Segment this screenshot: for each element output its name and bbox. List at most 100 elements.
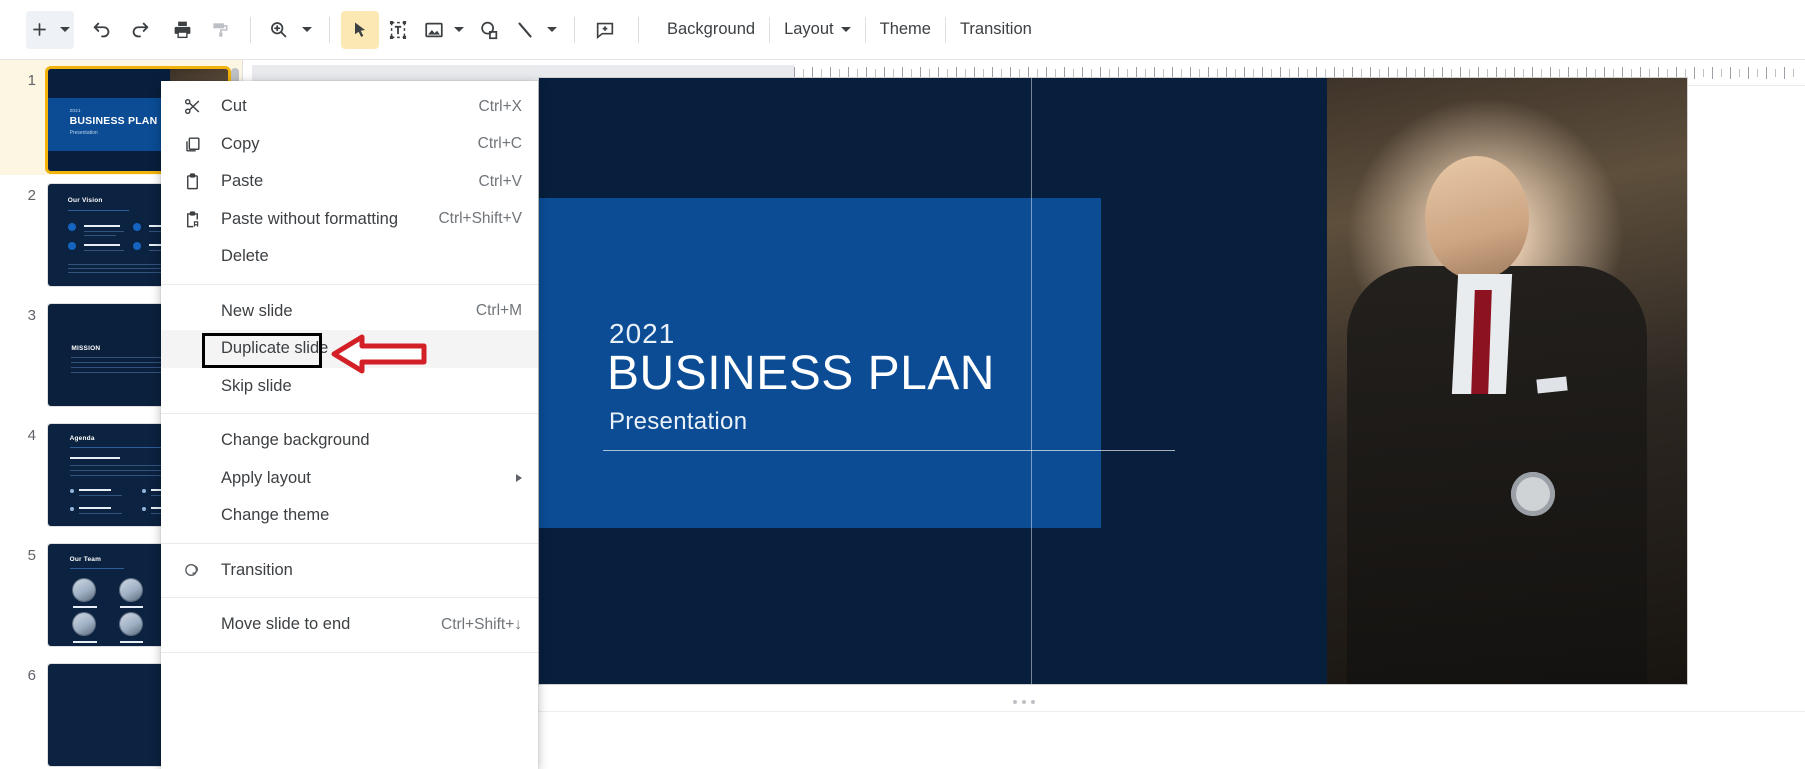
toolbar-divider xyxy=(250,16,251,43)
chevron-down-icon[interactable] xyxy=(547,27,557,32)
thumb-bar xyxy=(84,244,120,247)
thumb-bar xyxy=(84,224,120,227)
menu-item-label: Move slide to end xyxy=(221,615,351,634)
print-button[interactable] xyxy=(163,11,201,49)
context-menu-item-move-slide-to-end[interactable]: Move slide to end Ctrl+Shift+↓ xyxy=(161,606,538,644)
current-slide[interactable]: 2021 BUSINESS PLAN Presentation xyxy=(539,78,1687,684)
theme-button[interactable]: Theme xyxy=(866,11,945,49)
main-toolbar: Background Layout Theme Transition xyxy=(0,0,1805,60)
undo-button[interactable] xyxy=(83,11,121,49)
clipboard-icon xyxy=(178,172,206,191)
team-avatar xyxy=(120,613,142,636)
context-menu-item-transition[interactable]: Transition xyxy=(161,552,538,590)
menu-item-label: Apply layout xyxy=(221,468,311,487)
menu-divider xyxy=(161,542,538,544)
context-menu-item-new-slide[interactable]: New slide Ctrl+M xyxy=(161,293,538,331)
thumb-line xyxy=(84,230,124,232)
menu-item-label: Skip slide xyxy=(221,376,292,395)
line-button[interactable] xyxy=(508,11,563,49)
select-tool-button[interactable] xyxy=(341,10,379,49)
redo-icon xyxy=(129,19,151,41)
thumb-bullet-dot xyxy=(132,242,141,251)
team-avatar xyxy=(73,578,96,601)
handle-dot xyxy=(1013,700,1017,704)
context-menu-item-delete[interactable]: Delete xyxy=(161,238,538,276)
context-menu-item-skip-slide[interactable]: Skip slide xyxy=(161,368,538,406)
thumb-rule xyxy=(69,568,124,570)
thumb-bar xyxy=(120,640,144,643)
thumb-line xyxy=(84,235,117,236)
thumb-bullet-dot xyxy=(69,489,74,494)
copy-icon xyxy=(178,135,206,154)
speaker-notes-handle[interactable] xyxy=(1013,700,1035,704)
menu-item-label: Change background xyxy=(221,431,370,450)
magnifier-icon xyxy=(268,19,289,40)
thumb-line xyxy=(71,372,162,374)
thumb-subtitle: Presentation xyxy=(69,130,98,137)
context-menu-item-cut[interactable]: Cut Ctrl+X xyxy=(161,88,538,126)
thumb-title: MISSION xyxy=(71,344,101,352)
paint-format-icon xyxy=(210,20,230,40)
thumb-bullet-dot xyxy=(67,222,76,231)
background-button[interactable]: Background xyxy=(653,11,769,49)
menu-item-shortcut: Ctrl+X xyxy=(478,97,523,115)
menu-item-shortcut: Ctrl+V xyxy=(478,172,523,190)
photo-watch xyxy=(1511,472,1555,516)
thumb-line xyxy=(67,271,176,273)
chevron-down-icon[interactable] xyxy=(302,27,312,32)
thumb-line xyxy=(69,475,169,476)
context-menu-item-change-theme[interactable]: Change theme xyxy=(161,497,538,535)
text-box-button[interactable] xyxy=(379,11,417,49)
zoom-button[interactable] xyxy=(262,11,318,49)
menu-divider xyxy=(161,597,538,598)
thumb-bar xyxy=(120,606,144,609)
chevron-down-icon[interactable] xyxy=(454,27,464,32)
thumb-bullet-dot xyxy=(67,242,76,251)
thumb-bar xyxy=(73,640,97,643)
menu-item-shortcut: Ctrl+M xyxy=(475,302,522,320)
transition-button[interactable]: Transition xyxy=(946,11,1046,49)
context-menu-item-paste[interactable]: Paste Ctrl+V xyxy=(161,163,538,201)
print-icon xyxy=(172,19,193,40)
thumb-bullet-dot xyxy=(141,489,146,494)
thumb-line xyxy=(84,250,124,252)
submenu-arrow-icon xyxy=(516,474,522,483)
thumb-bullet-dot xyxy=(141,506,146,511)
context-menu-item-change-background[interactable]: Change background xyxy=(161,422,538,460)
photo-tie xyxy=(1471,290,1492,394)
layout-button[interactable]: Layout xyxy=(770,11,865,49)
thumb-line xyxy=(78,512,122,514)
slides-editor-window: Background Layout Theme Transition 1 202… xyxy=(0,0,1805,769)
redo-button[interactable] xyxy=(121,11,159,49)
context-menu-item-apply-layout[interactable]: Apply layout xyxy=(161,460,538,498)
insert-image-button[interactable] xyxy=(417,11,470,49)
menu-item-shortcut: Ctrl+Shift+V xyxy=(438,210,522,228)
slide-subtitle-text: Presentation xyxy=(609,408,748,435)
context-menu-item-paste-without-formatting[interactable]: Paste without formatting Ctrl+Shift+V xyxy=(161,201,538,239)
image-icon xyxy=(423,19,445,41)
thumb-subtitle xyxy=(69,456,120,459)
thumb-year: 2021 xyxy=(69,107,81,113)
menu-item-label: Duplicate slide xyxy=(221,339,329,358)
thumb-bar xyxy=(78,489,111,492)
shape-button[interactable] xyxy=(470,11,508,49)
plus-icon xyxy=(30,20,49,39)
comment-button[interactable] xyxy=(586,11,624,49)
context-menu-item-duplicate-slide[interactable]: Duplicate slide xyxy=(161,330,538,368)
thumb-bar xyxy=(73,606,97,609)
slide-context-menu[interactable]: Cut Ctrl+X Copy Ctrl+C Paste Ctrl+V Past… xyxy=(161,81,538,769)
slide-vertical-rule xyxy=(1031,78,1032,684)
chevron-down-icon[interactable] xyxy=(60,27,70,32)
add-comment-icon xyxy=(594,19,616,41)
menu-item-label: Copy xyxy=(221,134,260,153)
thumb-bottom-band xyxy=(48,150,171,171)
paint-format-button[interactable] xyxy=(201,11,239,49)
slide-number: 1 xyxy=(27,72,36,89)
new-slide-button[interactable] xyxy=(26,10,74,49)
slide-number: 5 xyxy=(27,547,36,564)
thumb-line xyxy=(78,495,122,497)
menu-item-label: New slide xyxy=(221,301,293,320)
context-menu-item-copy[interactable]: Copy Ctrl+C xyxy=(161,126,538,164)
menu-item-label: Transition xyxy=(221,560,293,579)
thumb-bullet-dot xyxy=(132,222,141,231)
